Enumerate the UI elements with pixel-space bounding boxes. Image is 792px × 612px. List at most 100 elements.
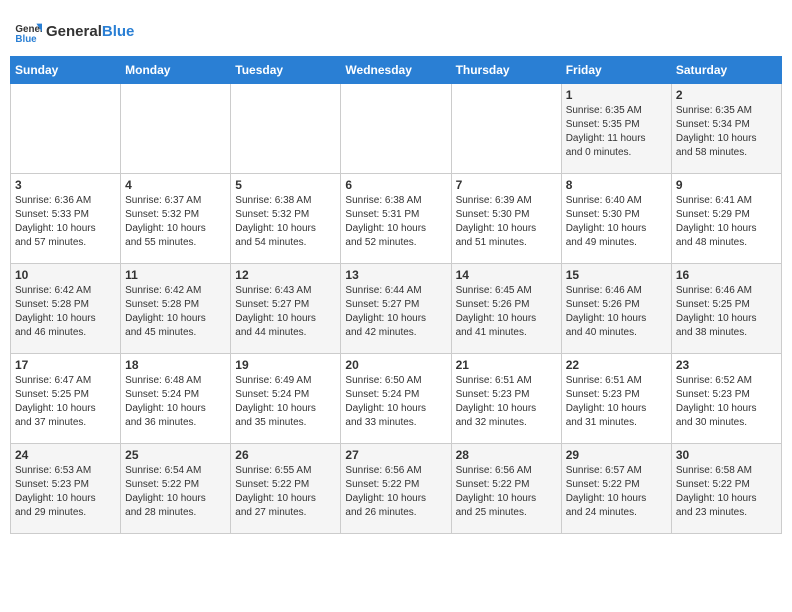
day-cell: 2 Sunrise: 6:35 AM Sunset: 5:34 PM Daylig… bbox=[671, 84, 781, 174]
day-cell: 15 Sunrise: 6:46 AM Sunset: 5:26 PM Dayli… bbox=[561, 264, 671, 354]
col-header-tuesday: Tuesday bbox=[231, 57, 341, 84]
week-row-1: 1Sunrise: 6:35 AM Sunset: 5:35 PM Daylig… bbox=[11, 84, 782, 174]
logo: General Blue GeneralBlue bbox=[14, 18, 134, 46]
day-cell: 7 Sunrise: 6:39 AM Sunset: 5:30 PM Daylig… bbox=[451, 174, 561, 264]
day-info: Sunrise: 6:42 AM Sunset: 5:28 PM Dayligh… bbox=[125, 284, 226, 340]
day-info: Sunrise: 6:42 AM Sunset: 5:28 PM Dayligh… bbox=[15, 284, 116, 340]
day-info: Sunrise: 6:39 AM Sunset: 5:30 PM Dayligh… bbox=[456, 194, 557, 250]
day-cell: 21 Sunrise: 6:51 AM Sunset: 5:23 PM Dayli… bbox=[451, 354, 561, 444]
day-info: Sunrise: 6:54 AM Sunset: 5:22 PM Dayligh… bbox=[125, 464, 226, 520]
day-number: 28 bbox=[456, 448, 557, 462]
day-cell: 30Sunrise: 6:58 AM Sunset: 5:22 PM Dayli… bbox=[671, 444, 781, 534]
day-info: Sunrise: 6:56 AM Sunset: 5:22 PM Dayligh… bbox=[345, 464, 446, 520]
logo-icon: General Blue bbox=[14, 18, 42, 46]
day-number: 5 bbox=[235, 178, 336, 192]
day-cell: 22 Sunrise: 6:51 AM Sunset: 5:23 PM Dayli… bbox=[561, 354, 671, 444]
day-number: 26 bbox=[235, 448, 336, 462]
day-info: Sunrise: 6:53 AM Sunset: 5:23 PM Dayligh… bbox=[15, 464, 116, 520]
day-cell: 25 Sunrise: 6:54 AM Sunset: 5:22 PM Dayli… bbox=[121, 444, 231, 534]
day-info: Sunrise: 6:35 AM Sunset: 5:34 PM Dayligh… bbox=[676, 104, 777, 160]
day-info: Sunrise: 6:51 AM Sunset: 5:23 PM Dayligh… bbox=[566, 374, 667, 430]
day-cell: 16 Sunrise: 6:46 AM Sunset: 5:25 PM Dayli… bbox=[671, 264, 781, 354]
day-number: 12 bbox=[235, 268, 336, 282]
day-info: Sunrise: 6:47 AM Sunset: 5:25 PM Dayligh… bbox=[15, 374, 116, 430]
day-info: Sunrise: 6:57 AM Sunset: 5:22 PM Dayligh… bbox=[566, 464, 667, 520]
day-info: Sunrise: 6:51 AM Sunset: 5:23 PM Dayligh… bbox=[456, 374, 557, 430]
day-number: 20 bbox=[345, 358, 446, 372]
day-number: 17 bbox=[15, 358, 116, 372]
col-header-monday: Monday bbox=[121, 57, 231, 84]
day-cell: 4Sunrise: 6:37 AM Sunset: 5:32 PM Daylig… bbox=[121, 174, 231, 264]
day-number: 11 bbox=[125, 268, 226, 282]
day-cell: 17 Sunrise: 6:47 AM Sunset: 5:25 PM Dayli… bbox=[11, 354, 121, 444]
day-info: Sunrise: 6:36 AM Sunset: 5:33 PM Dayligh… bbox=[15, 194, 116, 250]
week-row-3: 10 Sunrise: 6:42 AM Sunset: 5:28 PM Dayli… bbox=[11, 264, 782, 354]
day-info: Sunrise: 6:46 AM Sunset: 5:25 PM Dayligh… bbox=[676, 284, 777, 340]
day-cell: 10 Sunrise: 6:42 AM Sunset: 5:28 PM Dayli… bbox=[11, 264, 121, 354]
day-number: 21 bbox=[456, 358, 557, 372]
day-info: Sunrise: 6:46 AM Sunset: 5:26 PM Dayligh… bbox=[566, 284, 667, 340]
day-info: Sunrise: 6:49 AM Sunset: 5:24 PM Dayligh… bbox=[235, 374, 336, 430]
day-number: 25 bbox=[125, 448, 226, 462]
day-info: Sunrise: 6:43 AM Sunset: 5:27 PM Dayligh… bbox=[235, 284, 336, 340]
day-cell: 3 Sunrise: 6:36 AM Sunset: 5:33 PM Daylig… bbox=[11, 174, 121, 264]
week-row-4: 17 Sunrise: 6:47 AM Sunset: 5:25 PM Dayli… bbox=[11, 354, 782, 444]
col-header-thursday: Thursday bbox=[451, 57, 561, 84]
day-number: 6 bbox=[345, 178, 446, 192]
day-number: 7 bbox=[456, 178, 557, 192]
day-number: 15 bbox=[566, 268, 667, 282]
day-cell: 1Sunrise: 6:35 AM Sunset: 5:35 PM Daylig… bbox=[561, 84, 671, 174]
day-number: 22 bbox=[566, 358, 667, 372]
day-cell: 5 Sunrise: 6:38 AM Sunset: 5:32 PM Daylig… bbox=[231, 174, 341, 264]
day-info: Sunrise: 6:56 AM Sunset: 5:22 PM Dayligh… bbox=[456, 464, 557, 520]
day-number: 14 bbox=[456, 268, 557, 282]
day-info: Sunrise: 6:37 AM Sunset: 5:32 PM Dayligh… bbox=[125, 194, 226, 250]
day-number: 19 bbox=[235, 358, 336, 372]
day-number: 9 bbox=[676, 178, 777, 192]
day-cell: 20 Sunrise: 6:50 AM Sunset: 5:24 PM Dayli… bbox=[341, 354, 451, 444]
day-number: 16 bbox=[676, 268, 777, 282]
header-row: SundayMondayTuesdayWednesdayThursdayFrid… bbox=[11, 57, 782, 84]
day-info: Sunrise: 6:52 AM Sunset: 5:23 PM Dayligh… bbox=[676, 374, 777, 430]
week-row-5: 24 Sunrise: 6:53 AM Sunset: 5:23 PM Dayli… bbox=[11, 444, 782, 534]
day-info: Sunrise: 6:45 AM Sunset: 5:26 PM Dayligh… bbox=[456, 284, 557, 340]
day-number: 3 bbox=[15, 178, 116, 192]
day-number: 30 bbox=[676, 448, 777, 462]
day-info: Sunrise: 6:48 AM Sunset: 5:24 PM Dayligh… bbox=[125, 374, 226, 430]
day-number: 8 bbox=[566, 178, 667, 192]
col-header-sunday: Sunday bbox=[11, 57, 121, 84]
day-info: Sunrise: 6:38 AM Sunset: 5:31 PM Dayligh… bbox=[345, 194, 446, 250]
day-info: Sunrise: 6:40 AM Sunset: 5:30 PM Dayligh… bbox=[566, 194, 667, 250]
day-cell: 28 Sunrise: 6:56 AM Sunset: 5:22 PM Dayli… bbox=[451, 444, 561, 534]
calendar-table: SundayMondayTuesdayWednesdayThursdayFrid… bbox=[10, 56, 782, 534]
day-info: Sunrise: 6:41 AM Sunset: 5:29 PM Dayligh… bbox=[676, 194, 777, 250]
logo-text: GeneralBlue bbox=[46, 23, 134, 41]
day-cell: 26 Sunrise: 6:55 AM Sunset: 5:22 PM Dayli… bbox=[231, 444, 341, 534]
day-cell: 8 Sunrise: 6:40 AM Sunset: 5:30 PM Daylig… bbox=[561, 174, 671, 264]
day-info: Sunrise: 6:44 AM Sunset: 5:27 PM Dayligh… bbox=[345, 284, 446, 340]
day-info: Sunrise: 6:55 AM Sunset: 5:22 PM Dayligh… bbox=[235, 464, 336, 520]
day-number: 24 bbox=[15, 448, 116, 462]
day-cell bbox=[341, 84, 451, 174]
week-row-2: 3 Sunrise: 6:36 AM Sunset: 5:33 PM Daylig… bbox=[11, 174, 782, 264]
col-header-saturday: Saturday bbox=[671, 57, 781, 84]
day-cell: 24 Sunrise: 6:53 AM Sunset: 5:23 PM Dayli… bbox=[11, 444, 121, 534]
day-cell: 9 Sunrise: 6:41 AM Sunset: 5:29 PM Daylig… bbox=[671, 174, 781, 264]
day-info: Sunrise: 6:38 AM Sunset: 5:32 PM Dayligh… bbox=[235, 194, 336, 250]
day-cell: 23 Sunrise: 6:52 AM Sunset: 5:23 PM Dayli… bbox=[671, 354, 781, 444]
day-number: 10 bbox=[15, 268, 116, 282]
day-info: Sunrise: 6:50 AM Sunset: 5:24 PM Dayligh… bbox=[345, 374, 446, 430]
day-cell bbox=[231, 84, 341, 174]
day-number: 2 bbox=[676, 88, 777, 102]
day-cell: 6 Sunrise: 6:38 AM Sunset: 5:31 PM Daylig… bbox=[341, 174, 451, 264]
day-cell bbox=[11, 84, 121, 174]
page-header: General Blue GeneralBlue bbox=[10, 10, 782, 56]
day-number: 23 bbox=[676, 358, 777, 372]
svg-text:Blue: Blue bbox=[15, 34, 37, 45]
day-cell bbox=[121, 84, 231, 174]
day-number: 27 bbox=[345, 448, 446, 462]
day-number: 29 bbox=[566, 448, 667, 462]
day-number: 13 bbox=[345, 268, 446, 282]
day-number: 18 bbox=[125, 358, 226, 372]
day-cell: 19 Sunrise: 6:49 AM Sunset: 5:24 PM Dayli… bbox=[231, 354, 341, 444]
